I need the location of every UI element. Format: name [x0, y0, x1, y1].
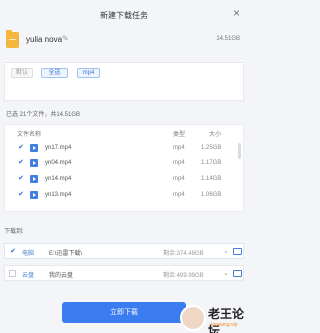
- free-space: 剩余:374.48GB: [163, 251, 204, 257]
- checkbox-checked-icon[interactable]: ✔: [17, 144, 25, 152]
- file-name: yn14.mp4: [45, 176, 72, 182]
- watermark-avatar: [180, 305, 206, 331]
- free-space: 剩余:499.99GB: [163, 273, 204, 279]
- file-row[interactable]: ✔ yn14.mp4 mp4 1.14GB: [5, 172, 237, 186]
- browse-folder-icon[interactable]: [233, 270, 242, 277]
- file-type: mp4: [173, 145, 185, 151]
- file-type: mp4: [173, 192, 185, 198]
- checkbox-checked-icon[interactable]: ✔: [17, 159, 25, 167]
- file-type: mp4: [173, 160, 185, 166]
- download-to-label: 下载到:: [4, 229, 24, 235]
- task-size: 14.51GB: [216, 36, 240, 42]
- filter-select-all[interactable]: 全选: [41, 68, 68, 78]
- video-file-icon: [30, 191, 38, 199]
- file-size: 1.17GB: [201, 160, 222, 166]
- close-icon[interactable]: ×: [233, 7, 240, 19]
- file-row[interactable]: ✔ yn17.mp4 mp4 1.25GB: [5, 141, 237, 155]
- watermark-subtext: laowang.vip: [211, 322, 238, 328]
- download-now-button[interactable]: 立即下载: [62, 302, 186, 323]
- destination-kind: 电脑: [22, 251, 35, 257]
- folder-icon: [6, 30, 19, 48]
- header-name[interactable]: 文件名称: [17, 129, 41, 138]
- destination-path: 我的云盘: [49, 273, 74, 279]
- file-row[interactable]: ✔ yn13.mp4 mp4 1.06GB: [5, 188, 237, 202]
- watermark: 老王论坛 laowang.vip: [174, 301, 248, 333]
- filter-panel: 默认 全选 mp4: [4, 62, 244, 101]
- file-size: 1.25GB: [201, 145, 222, 151]
- checkbox-empty-icon[interactable]: [9, 270, 16, 277]
- checkbox-checked-icon[interactable]: ✔: [17, 191, 25, 199]
- selection-summary: 已选 21个文件，共14.51GB: [6, 112, 81, 118]
- filter-mp4[interactable]: mp4: [77, 68, 100, 78]
- checkbox-checked-icon[interactable]: ✔: [17, 175, 25, 183]
- video-file-icon: [30, 175, 38, 183]
- file-row[interactable]: ✔ yn04.mp4 mp4 1.17GB: [5, 156, 237, 170]
- file-size: 1.14GB: [201, 176, 222, 182]
- task-info-bar: yulia nova ✎ 14.51GB: [0, 29, 248, 53]
- edit-icon[interactable]: ✎: [62, 34, 69, 43]
- video-file-icon: [30, 159, 38, 167]
- header-type[interactable]: 类型: [173, 129, 185, 138]
- destination-path: E:\迅雷下载\: [49, 251, 83, 257]
- scrollbar[interactable]: [238, 143, 241, 159]
- header-size[interactable]: 大小: [209, 129, 221, 138]
- destination-computer[interactable]: ✔ 电脑 E:\迅雷下载\ 剩余:374.48GB ⌄: [4, 243, 244, 259]
- task-name: yulia nova: [26, 35, 63, 44]
- destination-kind: 云盘: [22, 273, 35, 279]
- file-name: yn04.mp4: [45, 160, 72, 166]
- file-list: 文件名称 类型 大小 ✔ yn17.mp4 mp4 1.25GB ✔ yn04.…: [4, 124, 244, 212]
- chevron-down-icon[interactable]: ⌄: [223, 247, 229, 255]
- file-name: yn17.mp4: [45, 145, 72, 151]
- chevron-down-icon[interactable]: ⌄: [223, 269, 229, 277]
- checkbox-checked-icon[interactable]: ✔: [9, 248, 17, 256]
- file-size: 1.06GB: [201, 192, 222, 198]
- filter-default[interactable]: 默认: [11, 68, 34, 78]
- file-name: yn13.mp4: [45, 192, 72, 198]
- watermark-text: 老王论坛: [208, 307, 245, 333]
- file-type: mp4: [173, 176, 185, 182]
- file-list-header: 文件名称 类型 大小: [5, 125, 243, 139]
- browse-folder-icon[interactable]: [233, 248, 242, 255]
- dialog-title: 新建下载任务: [100, 11, 148, 20]
- destination-cloud[interactable]: 云盘 我的云盘 剩余:499.99GB ⌄: [4, 265, 244, 281]
- video-file-icon: [30, 144, 38, 152]
